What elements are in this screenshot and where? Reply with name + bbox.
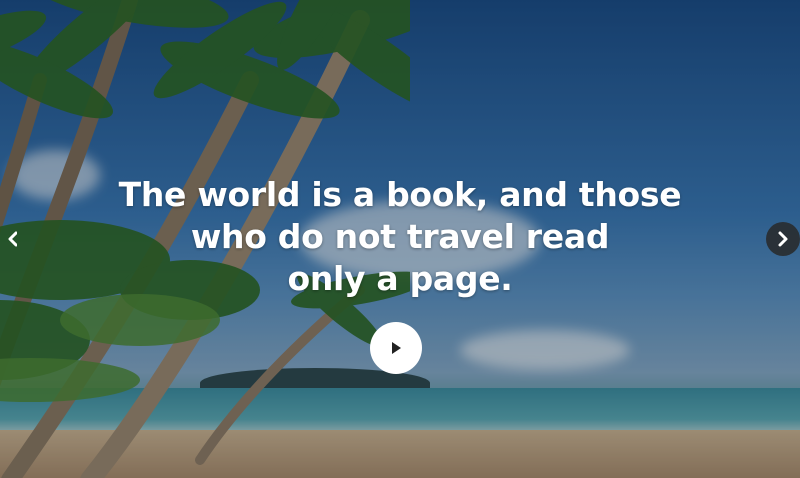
slider-prev-button[interactable]	[0, 222, 17, 256]
hero-quote: The world is a book, and those who do no…	[100, 174, 700, 300]
slider-next-button[interactable]	[766, 222, 800, 256]
quote-line: only a page.	[287, 259, 513, 298]
play-video-button[interactable]	[370, 322, 422, 374]
chevron-right-icon	[778, 231, 788, 247]
play-icon	[392, 342, 401, 354]
chevron-left-icon	[8, 231, 17, 247]
quote-line: who do not travel read	[190, 217, 610, 256]
quote-line: The world is a book, and those	[118, 175, 682, 214]
hero-slider: The world is a book, and those who do no…	[0, 0, 800, 478]
